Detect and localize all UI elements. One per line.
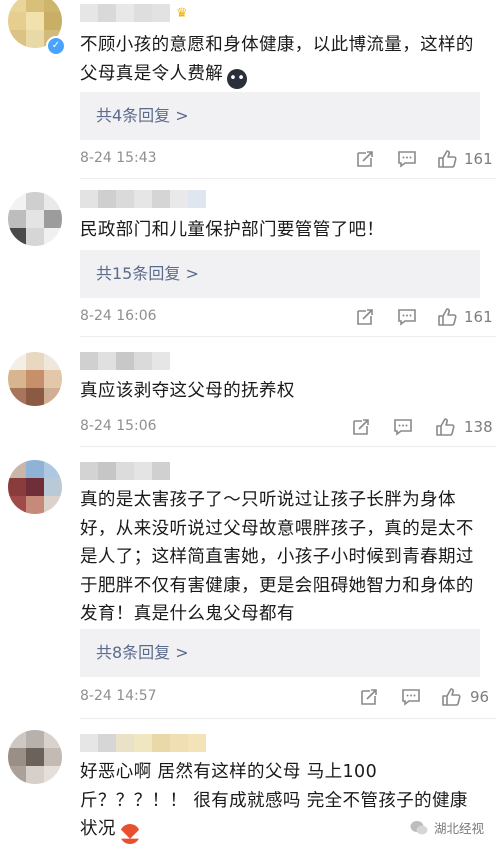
watermark: 湖北经视 — [410, 818, 484, 837]
like-count: 161 — [464, 308, 493, 326]
like-count: 138 — [464, 418, 493, 436]
divider — [80, 178, 496, 179]
comment-meta: 8-24 15:06 138 — [80, 416, 493, 438]
timestamp: 8-24 15:43 — [80, 150, 157, 166]
chat-bubbles-icon — [410, 820, 428, 834]
crown-icon: ♛ — [176, 6, 188, 21]
like-icon[interactable] — [440, 686, 462, 708]
comment-icon[interactable] — [396, 306, 418, 328]
comment-meta: 8-24 16:06 161 — [80, 306, 493, 328]
replies-link[interactable]: 共8条回复 > — [80, 629, 480, 677]
replies-link[interactable]: 共15条回复 > — [80, 250, 480, 298]
comment-meta: 8-24 15:43 161 — [80, 148, 493, 170]
share-icon[interactable] — [350, 416, 372, 438]
comment-meta: 8-24 14:57 96 — [80, 686, 490, 708]
avatar[interactable] — [8, 460, 62, 514]
username-blurred[interactable] — [80, 462, 170, 480]
username-blurred[interactable] — [80, 190, 206, 208]
like-icon[interactable] — [436, 148, 458, 170]
angry-face-icon: ◣◢ — [119, 824, 140, 844]
avatar[interactable] — [8, 352, 62, 406]
username-blurred[interactable] — [80, 734, 206, 752]
share-icon[interactable] — [358, 686, 380, 708]
comment-text: 真应该剥夺这父母的抚养权 — [80, 381, 295, 401]
divider — [80, 336, 496, 337]
divider — [80, 446, 496, 447]
like-icon[interactable] — [434, 416, 456, 438]
comment-icon[interactable] — [392, 416, 414, 438]
crying-face-icon: •• — [227, 68, 248, 89]
comment-text: 民政部门和儿童保护部门要管管了吧！ — [80, 220, 385, 240]
comment-text: 不顾小孩的意愿和身体健康，以此博流量，这样的父母真是令人费解 •• — [80, 31, 480, 89]
username-blurred[interactable] — [80, 352, 170, 370]
timestamp: 8-24 15:06 — [80, 418, 157, 434]
avatar[interactable] — [8, 730, 62, 784]
like-count: 96 — [470, 688, 490, 706]
avatar[interactable] — [8, 192, 62, 246]
verified-badge-icon: ✓ — [46, 36, 66, 56]
comment-icon[interactable] — [396, 148, 418, 170]
comment-text: 真的是太害孩子了～只听说过让孩子长胖为身体好，从来没听说过父母故意喂胖孩子，真的… — [80, 490, 474, 624]
replies-link[interactable]: 共4条回复 > — [80, 92, 480, 140]
timestamp: 8-24 16:06 — [80, 308, 157, 324]
username-blurred[interactable] — [80, 4, 170, 22]
divider — [80, 718, 496, 719]
timestamp: 8-24 14:57 — [80, 688, 157, 704]
like-count: 161 — [464, 150, 493, 168]
share-icon[interactable] — [354, 306, 376, 328]
watermark-text: 湖北经视 — [433, 821, 484, 836]
comment-icon[interactable] — [400, 686, 422, 708]
share-icon[interactable] — [354, 148, 376, 170]
like-icon[interactable] — [436, 306, 458, 328]
